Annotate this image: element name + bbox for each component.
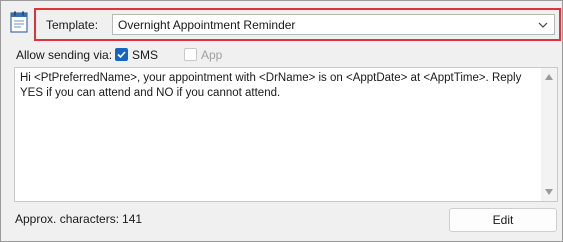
approx-characters-count: 141	[122, 212, 143, 226]
notepad-icon	[10, 11, 28, 33]
sms-label: SMS	[132, 48, 159, 62]
checkmark-icon	[117, 51, 126, 59]
app-checkbox[interactable]	[184, 48, 197, 61]
message-scrollbar[interactable]	[541, 68, 557, 201]
template-highlight-box: Template: Overnight Appointment Reminder	[34, 8, 561, 41]
chevron-down-icon	[538, 22, 548, 28]
app-label: App	[201, 48, 223, 62]
message-text: Hi <PtPreferredName>, your appointment w…	[20, 72, 522, 99]
scroll-down-icon[interactable]	[544, 188, 554, 196]
message-textarea[interactable]: Hi <PtPreferredName>, your appointment w…	[14, 67, 558, 202]
sms-checkbox[interactable]	[115, 48, 128, 61]
edit-button[interactable]: Edit	[449, 208, 557, 232]
allow-sending-label: Allow sending via:	[16, 48, 113, 62]
approx-characters: Approx. characters: 141	[15, 212, 142, 226]
template-selected-value: Overnight Appointment Reminder	[118, 18, 296, 32]
template-label: Template:	[46, 18, 99, 32]
approx-characters-label: Approx. characters:	[15, 212, 120, 226]
template-dropdown[interactable]: Overnight Appointment Reminder	[112, 14, 555, 35]
scroll-up-icon[interactable]	[544, 73, 554, 81]
template-panel: Template: Overnight Appointment Reminder…	[0, 0, 563, 242]
